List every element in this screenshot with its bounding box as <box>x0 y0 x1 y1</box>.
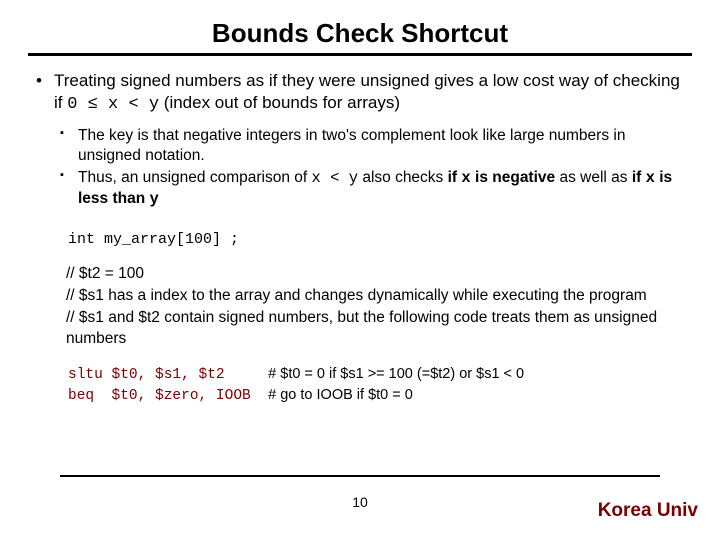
title-rule <box>28 53 692 56</box>
brand: Korea Univ <box>598 500 698 522</box>
comment-3: // $s1 and $t2 contain signed numbers, b… <box>66 308 692 350</box>
slide-title: Bounds Check Shortcut <box>28 18 692 49</box>
sub-2-b: also checks <box>358 169 448 186</box>
sub-2-code4: y <box>150 190 159 208</box>
sub-2-a: Thus, an unsigned comparison of <box>78 169 312 186</box>
sub-2: Thus, an unsigned comparison of x < y al… <box>78 168 692 208</box>
asm-comment-1: # $t0 = 0 if $s1 >= 100 (=$t2) or $s1 < … <box>268 366 524 382</box>
bullet-1: Treating signed numbers as if they were … <box>54 70 692 209</box>
sub-1: The key is that negative integers in two… <box>78 126 692 166</box>
comment-2: // $s1 has a index to the array and chan… <box>66 286 692 307</box>
asm-block: sltu $t0, $s1, $t2 # $t0 = 0 if $s1 >= 1… <box>68 365 692 406</box>
comments-block: // $t2 = 100 // $s1 has a index to the a… <box>66 264 692 350</box>
comment-1: // $t2 = 100 <box>66 264 692 285</box>
sub-2-bold3: if <box>632 169 646 186</box>
main-bullets: Treating signed numbers as if they were … <box>28 70 692 209</box>
bullet-1-text-b: (index out of bounds for arrays) <box>159 93 400 112</box>
sub-bullets: The key is that negative integers in two… <box>54 126 692 209</box>
sub-2-bold2: is negative <box>471 169 555 186</box>
sub-2-bold1: if <box>448 169 462 186</box>
footer-rule <box>60 475 660 477</box>
sub-2-code2: x <box>461 169 470 187</box>
sub-2-code1: x < y <box>312 169 359 187</box>
asm-line-2: beq $t0, $zero, IOOB <box>68 388 251 404</box>
asm-comment-2: # go to IOOB if $t0 = 0 <box>268 387 413 403</box>
c-declaration: int my_array[100] ; <box>68 231 692 248</box>
bullet-1-code: 0 ≤ x < y <box>67 95 159 114</box>
sub-2-code3: x <box>646 169 655 187</box>
sub-2-c: as well as <box>555 169 632 186</box>
asm-line-1: sltu $t0, $s1, $t2 <box>68 367 225 383</box>
